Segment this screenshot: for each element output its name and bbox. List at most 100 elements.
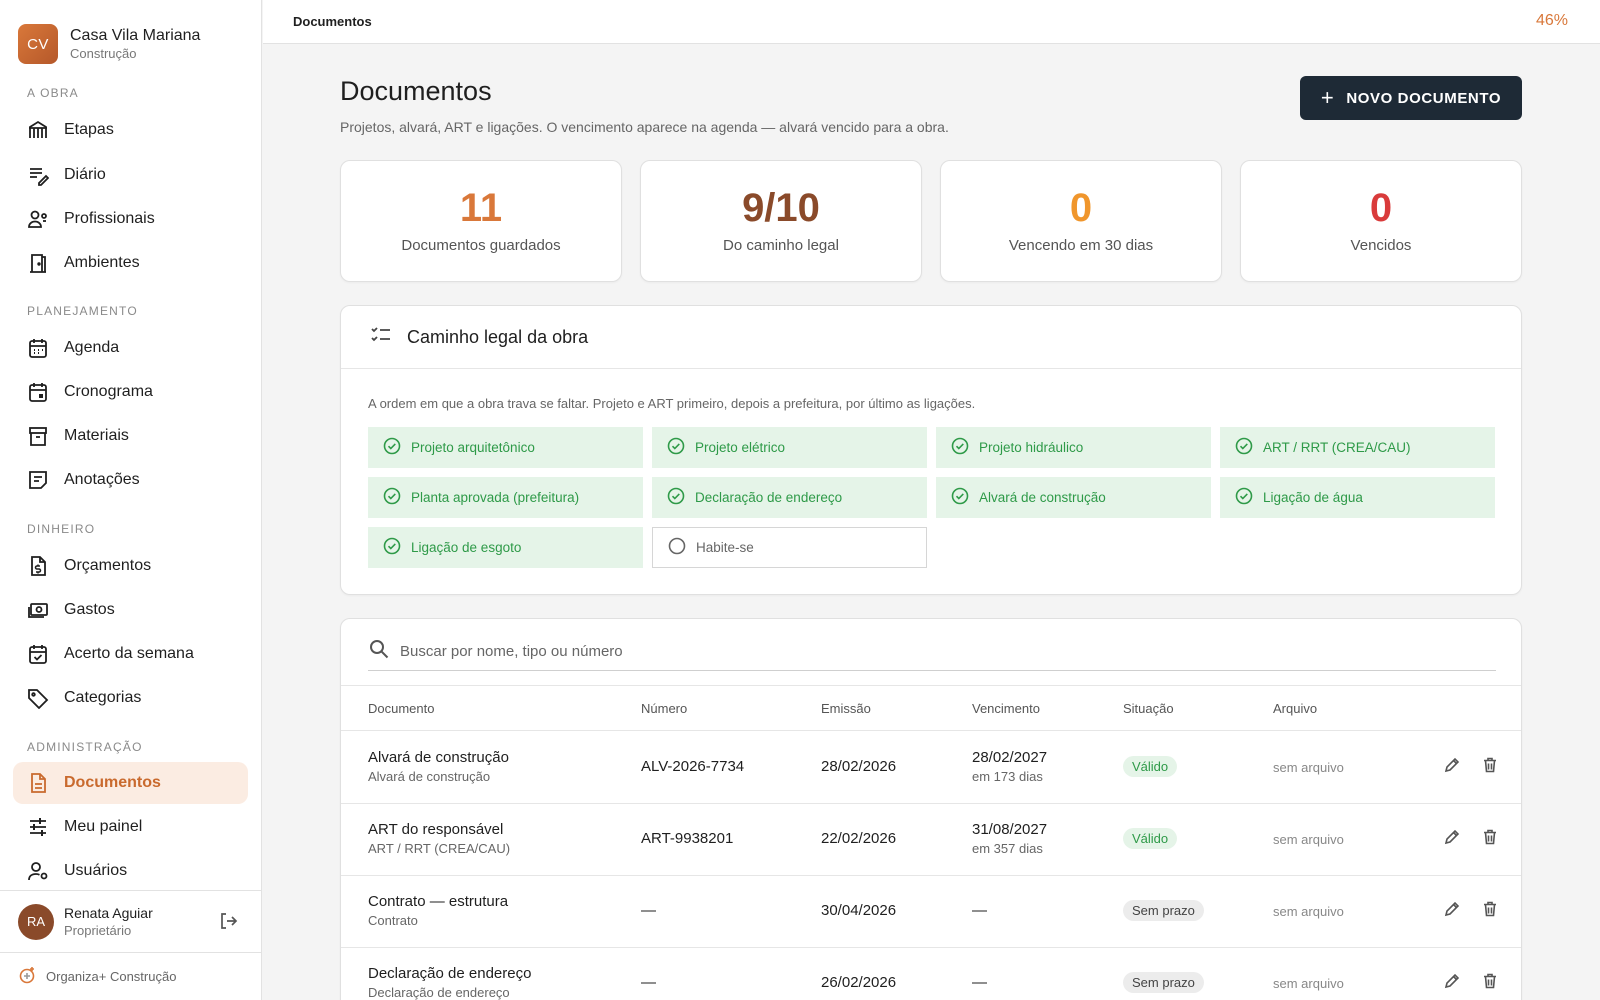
check-circle-icon (667, 437, 685, 458)
legal-step: Declaração de endereço (652, 477, 927, 518)
trash-icon[interactable] (1481, 972, 1499, 995)
cash-icon (27, 599, 49, 621)
file-status: sem arquivo (1273, 760, 1344, 775)
legal-step-label: Habite-se (696, 540, 754, 555)
sidebar-item-label: Ambientes (64, 254, 140, 271)
legal-step-label: Projeto arquitetônico (411, 440, 535, 455)
user-settings-icon (27, 860, 49, 882)
due-remaining: em 173 dias (972, 769, 1043, 784)
due-remaining: em 357 dias (972, 841, 1043, 856)
documents-card: Documento Número Emissão Vencimento Situ… (340, 618, 1522, 1000)
table-row[interactable]: Contrato — estrutura Contrato — 30/04/2026 —… (341, 876, 1521, 948)
due-date: — (972, 974, 987, 991)
edit-icon[interactable] (1443, 828, 1461, 851)
check-circle-icon (383, 537, 401, 558)
sidebar-item-gastos[interactable]: Gastos (13, 589, 248, 631)
legal-step: Projeto arquitetônico (368, 427, 643, 468)
sidebar-item-label: Gastos (64, 601, 115, 618)
calendar-icon (27, 381, 49, 403)
sidebar-item-ambientes[interactable]: Ambientes (13, 242, 248, 284)
sidebar-item-anotacoes[interactable]: Anotações (13, 459, 248, 501)
edit-icon[interactable] (1443, 756, 1461, 779)
sidebar-item-label: Meu painel (64, 818, 143, 835)
section-label-administracao: ADMINISTRAÇÃO (27, 740, 143, 754)
notes-edit-icon (27, 164, 49, 186)
page-title: Documentos (340, 76, 492, 106)
sidebar-item-label: Orçamentos (64, 557, 152, 574)
sidebar-item-meu-painel[interactable]: Meu painel (13, 806, 248, 848)
legal-step-label: ART / RRT (CREA/CAU) (1263, 440, 1411, 455)
legal-step-label: Alvará de construção (979, 490, 1106, 505)
edit-icon[interactable] (1443, 972, 1461, 995)
sidebar-item-label: Cronograma (64, 383, 153, 400)
document-cell: Alvará de construção Alvará de construção (368, 749, 509, 784)
project-type: Construção (70, 46, 137, 61)
user-profile: RA Renata Aguiar Proprietário (0, 890, 262, 952)
due-date: 28/02/2027 (972, 749, 1048, 766)
sidebar-item-agenda[interactable]: Agenda (13, 327, 248, 369)
issue-date: 26/02/2026 (821, 974, 897, 991)
due-cell: 31/08/2027 em 357 dias (972, 821, 1047, 856)
sidebar-item-etapas[interactable]: Etapas (13, 109, 248, 151)
sidebar-item-label: Usuários (64, 862, 128, 879)
project-name: Casa Vila Mariana (70, 27, 201, 44)
legal-step: Planta aprovada (prefeitura) (368, 477, 643, 518)
status-badge: Sem prazo (1123, 972, 1204, 993)
table-row[interactable]: Declaração de endereço Declaração de ende… (341, 948, 1521, 1000)
sidebar-item-cronograma[interactable]: Cronograma (13, 371, 248, 413)
stat-card-expired: 0 Vencidos (1240, 160, 1522, 282)
legal-step-label: Planta aprovada (prefeitura) (411, 490, 580, 505)
check-circle-icon (383, 437, 401, 458)
sidebar-item-materiais[interactable]: Materiais (13, 415, 248, 457)
document-name[interactable]: ART do responsável (368, 821, 510, 838)
trash-icon[interactable] (1481, 900, 1499, 923)
empty-circle-icon (668, 537, 686, 558)
new-document-button[interactable]: + NOVO DOCUMENTO (1300, 76, 1522, 120)
table-header: Documento Número Emissão Vencimento Situ… (341, 685, 1521, 731)
status-badge: Sem prazo (1123, 900, 1204, 921)
sidebar-item-label: Materiais (64, 427, 129, 444)
trash-icon[interactable] (1481, 828, 1499, 851)
file-status: sem arquivo (1273, 976, 1344, 991)
edit-icon[interactable] (1443, 900, 1461, 923)
sidebar-item-diario[interactable]: Diário (13, 154, 248, 196)
legal-step-label: Ligação de esgoto (411, 540, 522, 555)
document-type: Declaração de endereço (368, 985, 510, 1000)
sidebar: CV Casa Vila Mariana Construção A OBRA P… (0, 0, 262, 1000)
sidebar-item-orcamentos[interactable]: Orçamentos (13, 545, 248, 587)
column-header-numero[interactable]: Número (641, 701, 687, 716)
column-header-situacao[interactable]: Situação (1123, 701, 1174, 716)
status-badge: Válido (1123, 756, 1178, 777)
legal-path-header: Caminho legal da obra (341, 306, 1521, 369)
legal-step-label: Declaração de endereço (695, 490, 843, 505)
column-header-arquivo[interactable]: Arquivo (1273, 701, 1317, 716)
tag-icon (27, 687, 49, 709)
table-row[interactable]: ART do responsável ART / RRT (CREA/CAU) AR… (341, 804, 1521, 876)
document-name[interactable]: Contrato — estrutura (368, 893, 508, 910)
sidebar-item-label: Anotações (64, 471, 140, 488)
sidebar-item-usuarios[interactable]: Usuários (13, 850, 248, 892)
sidebar-item-profissionais[interactable]: Profissionais (13, 198, 248, 240)
legal-path-description: A ordem em que a obra trava se faltar. P… (368, 396, 976, 411)
column-header-documento[interactable]: Documento (368, 701, 434, 716)
user-role: Proprietário (64, 922, 132, 938)
door-icon (27, 252, 49, 274)
column-header-vencimento[interactable]: Vencimento (972, 701, 1040, 716)
document-name[interactable]: Declaração de endereço (368, 965, 531, 982)
search-input[interactable] (400, 643, 1300, 660)
trash-icon[interactable] (1481, 756, 1499, 779)
sidebar-item-documentos[interactable]: Documentos (13, 762, 248, 804)
document-name[interactable]: Alvará de construção (368, 749, 509, 766)
column-header-emissao[interactable]: Emissão (821, 701, 871, 716)
table-row[interactable]: Alvará de construção Alvará de construção… (341, 732, 1521, 804)
check-circle-icon (951, 487, 969, 508)
brand-header[interactable]: CV Casa Vila Mariana Construção (0, 0, 261, 68)
sidebar-item-categorias[interactable]: Categorias (13, 677, 248, 719)
app-name: Organiza+ Construção (46, 969, 177, 984)
logout-icon[interactable] (218, 911, 238, 936)
file-status: sem arquivo (1273, 904, 1344, 919)
new-document-label: NOVO DOCUMENTO (1346, 89, 1502, 107)
sidebar-item-acerto-da-semana[interactable]: Acerto da semana (13, 633, 248, 675)
check-circle-icon (667, 487, 685, 508)
legal-path-title: Caminho legal da obra (407, 326, 589, 347)
